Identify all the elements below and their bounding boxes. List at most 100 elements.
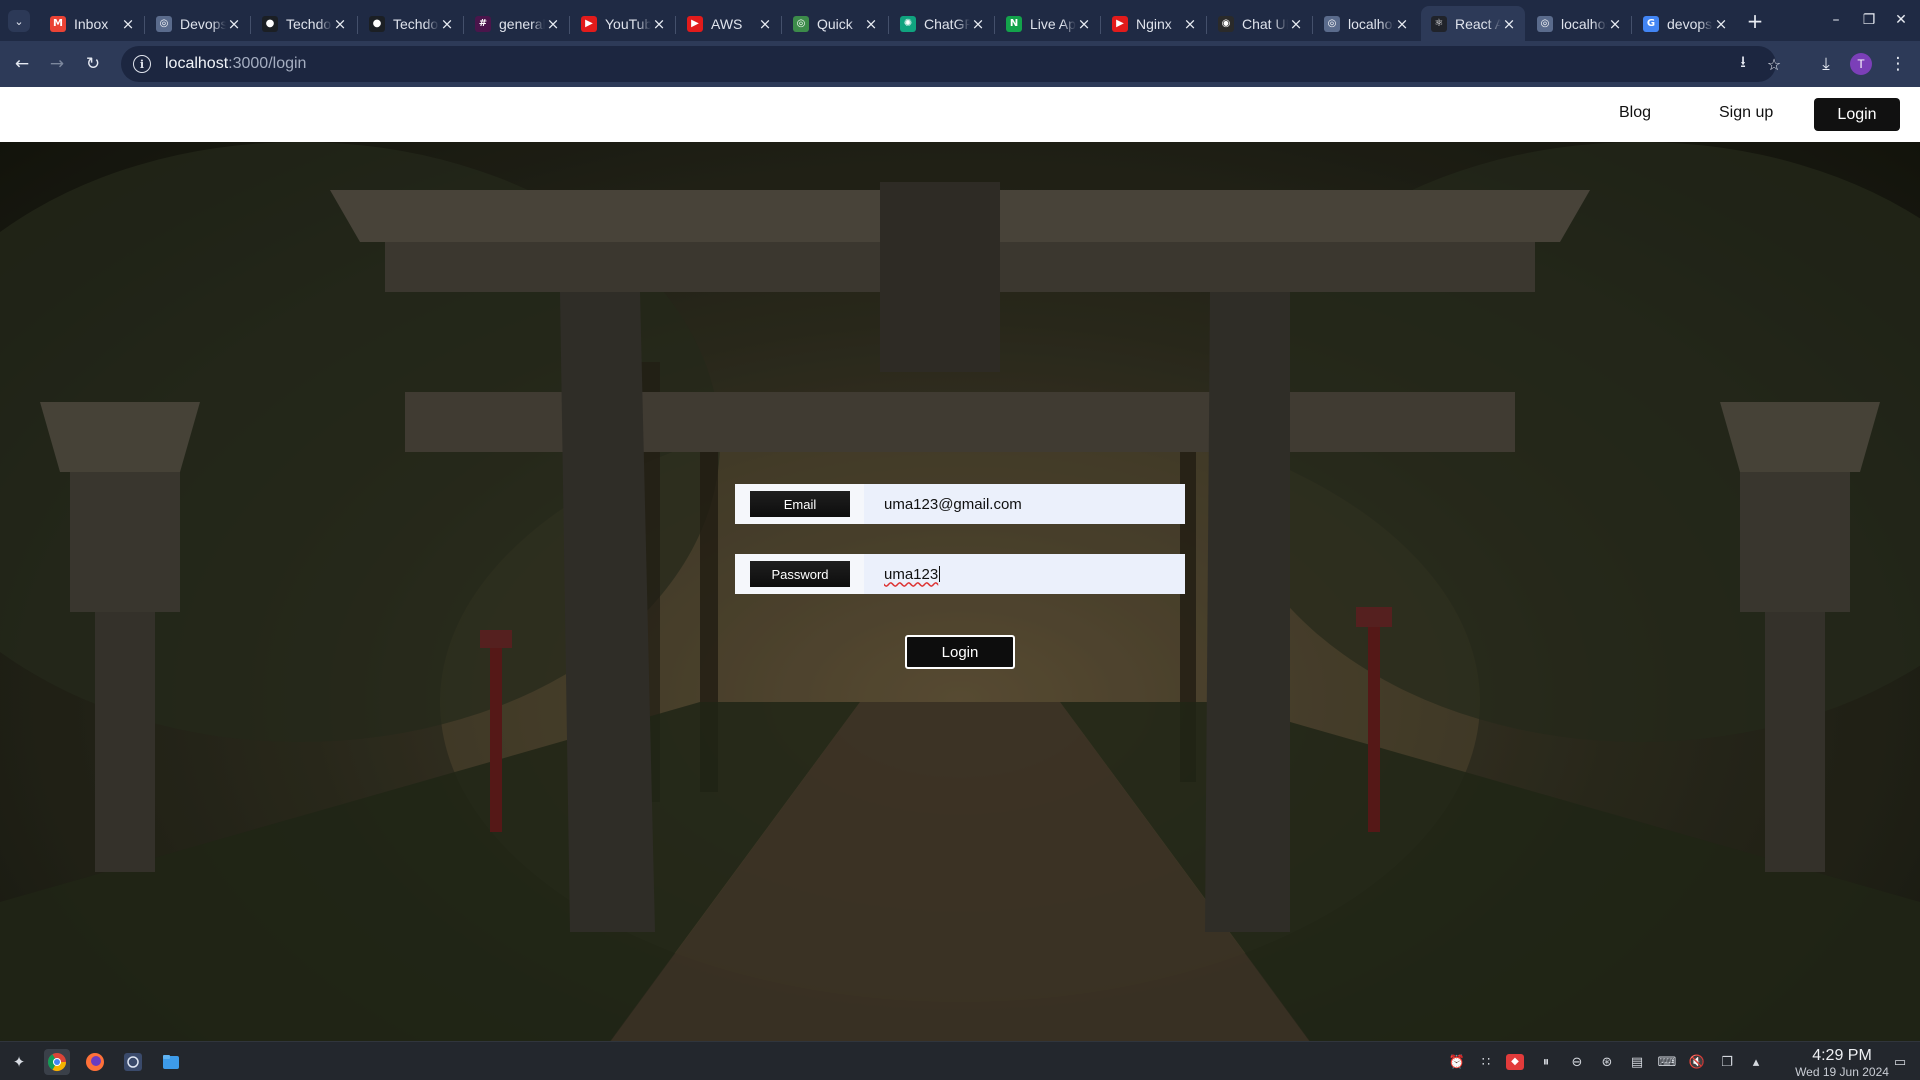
taskbar: ✦ ⏰ ∷ ◆ ⏸ ⊖ ⊛ ▤ ⌨ 🔇 ❐ ▴ 4:29 PM Wed 19 J… bbox=[0, 1041, 1920, 1080]
close-tab-icon[interactable]: × bbox=[1394, 15, 1410, 33]
forward-button[interactable]: → bbox=[45, 52, 69, 76]
close-tab-icon[interactable]: × bbox=[1501, 15, 1517, 33]
reload-button[interactable]: ↻ bbox=[81, 52, 105, 76]
new-tab-button[interactable]: + bbox=[1743, 9, 1767, 33]
tab-search-button[interactable]: ⌄ bbox=[8, 10, 30, 32]
tray-expand-icon[interactable]: ▴ bbox=[1746, 1052, 1766, 1072]
browser-tab[interactable]: ● Techdo × bbox=[252, 6, 356, 41]
password-input[interactable]: uma123 bbox=[864, 554, 1185, 594]
browser-tab[interactable]: ◎ localhost× bbox=[1527, 6, 1631, 41]
address-bar[interactable]: i localhost:3000/login ⭳ ☆ bbox=[121, 46, 1781, 82]
vpn-icon[interactable]: ◆ bbox=[1505, 1052, 1525, 1072]
close-tab-icon[interactable]: × bbox=[332, 15, 348, 33]
login-submit-button[interactable]: Login bbox=[905, 635, 1015, 669]
browser-tab[interactable]: ◎ localhost× bbox=[1314, 6, 1418, 41]
alarm-icon[interactable]: ⏰ bbox=[1447, 1052, 1467, 1072]
close-tab-icon[interactable]: × bbox=[1713, 15, 1729, 33]
url-host: localhost bbox=[165, 55, 229, 72]
tab-title: general bbox=[499, 15, 545, 32]
close-tab-icon[interactable]: × bbox=[439, 15, 455, 33]
close-tab-icon[interactable]: × bbox=[226, 15, 242, 33]
profile-avatar[interactable]: T bbox=[1850, 53, 1872, 75]
tab-separator bbox=[463, 16, 464, 34]
show-desktop-icon[interactable]: ▭ bbox=[1890, 1052, 1910, 1072]
close-tab-icon[interactable]: × bbox=[1182, 15, 1198, 33]
close-tab-icon[interactable]: × bbox=[1076, 15, 1092, 33]
browser-tab[interactable]: ▶ YouTube× bbox=[571, 6, 675, 41]
clipboard-icon[interactable]: ▤ bbox=[1627, 1052, 1647, 1072]
browser-tab[interactable]: ▶ Nginx × bbox=[1102, 6, 1206, 41]
tab-separator bbox=[888, 16, 889, 34]
browser-tab[interactable]: ◉ Chat UI × bbox=[1208, 6, 1312, 41]
tab-title: Quick bbox=[817, 15, 853, 32]
obs-taskbar-icon[interactable] bbox=[120, 1049, 146, 1075]
restore-button[interactable]: ❐ bbox=[1857, 8, 1881, 32]
email-input[interactable] bbox=[864, 484, 1185, 524]
firefox-taskbar-icon[interactable] bbox=[82, 1049, 108, 1075]
browser-tab[interactable]: ⚛ React App× bbox=[1421, 6, 1525, 41]
app-launcher-icon[interactable]: ✦ bbox=[6, 1049, 32, 1075]
browser-tab[interactable]: ◎ Quick × bbox=[783, 6, 887, 41]
globe-icon: ◎ bbox=[156, 15, 172, 32]
site-info-icon[interactable]: i bbox=[133, 55, 151, 73]
file-manager-taskbar-icon[interactable] bbox=[158, 1049, 184, 1075]
url-text[interactable]: localhost:3000/login bbox=[165, 55, 306, 73]
chrome-taskbar-icon[interactable] bbox=[44, 1049, 70, 1075]
slack-icon: # bbox=[475, 15, 491, 32]
tab-title: ChatGPT bbox=[924, 15, 970, 32]
bookmark-star-icon[interactable]: ☆ bbox=[1764, 54, 1784, 74]
browser-tab[interactable]: N Live App× bbox=[996, 6, 1100, 41]
browser-tab[interactable]: ▶ AWS × bbox=[677, 6, 781, 41]
close-tab-icon[interactable]: × bbox=[863, 15, 879, 33]
volume-muted-icon[interactable]: 🔇 bbox=[1687, 1052, 1707, 1072]
pause-icon[interactable]: ⏸ bbox=[1536, 1052, 1556, 1072]
page-viewport: Blog Sign up Login Email uma123@gmail.co… bbox=[0, 87, 1920, 1041]
password-label: Password bbox=[750, 561, 850, 587]
minimize-button[interactable]: – bbox=[1824, 8, 1848, 32]
downloads-icon[interactable]: ⤓ bbox=[1814, 52, 1838, 76]
globe-icon: ◎ bbox=[1537, 15, 1553, 32]
keyboard-icon[interactable]: ⌨ bbox=[1657, 1052, 1677, 1072]
password-value: uma123 bbox=[884, 565, 939, 583]
tab-title: Nginx bbox=[1136, 15, 1172, 32]
apps-grid-icon[interactable]: ∷ bbox=[1476, 1052, 1496, 1072]
network-icon[interactable]: ❐ bbox=[1717, 1052, 1737, 1072]
close-tab-icon[interactable]: × bbox=[757, 15, 773, 33]
close-tab-icon[interactable]: × bbox=[545, 15, 561, 33]
install-app-icon[interactable]: ⭳ bbox=[1733, 52, 1753, 74]
do-not-disturb-icon[interactable]: ⊖ bbox=[1567, 1052, 1587, 1072]
nav-signup-link[interactable]: Sign up bbox=[1719, 104, 1773, 122]
nav-login-button[interactable]: Login bbox=[1814, 98, 1900, 131]
tab-separator bbox=[994, 16, 995, 34]
browser-tab[interactable]: # general × bbox=[465, 6, 569, 41]
tab-separator bbox=[675, 16, 676, 34]
close-tab-icon[interactable]: × bbox=[1288, 15, 1304, 33]
tab-separator bbox=[1206, 16, 1207, 34]
tab-title: AWS bbox=[711, 15, 743, 32]
browser-tab[interactable]: ✺ ChatGPT× bbox=[890, 6, 994, 41]
close-tab-icon[interactable]: × bbox=[120, 15, 136, 33]
close-window-button[interactable]: ✕ bbox=[1889, 8, 1913, 32]
browser-tab[interactable]: ◎ Devops × bbox=[146, 6, 250, 41]
browser-tab[interactable]: ● Techdo × bbox=[359, 6, 463, 41]
menu-kebab-icon[interactable]: ⋮ bbox=[1886, 52, 1910, 76]
tab-title: localhost bbox=[1561, 15, 1607, 32]
nav-blog-link[interactable]: Blog bbox=[1619, 104, 1651, 122]
password-label-cell: Password bbox=[735, 554, 864, 594]
close-tab-icon[interactable]: × bbox=[1607, 15, 1623, 33]
tab-separator bbox=[1312, 16, 1313, 34]
browser-tab[interactable]: Gdevops × bbox=[1633, 6, 1737, 41]
close-tab-icon[interactable]: × bbox=[651, 15, 667, 33]
chrome-icon: ◎ bbox=[793, 15, 809, 32]
close-tab-icon[interactable]: × bbox=[970, 15, 986, 33]
clock-time[interactable]: 4:29 PM bbox=[1782, 1047, 1902, 1065]
dark-app-icon: ◉ bbox=[1218, 15, 1234, 32]
browser-tab[interactable]: M Inbox × bbox=[40, 6, 144, 41]
back-button[interactable]: ← bbox=[10, 52, 34, 76]
update-icon[interactable]: ⊛ bbox=[1597, 1052, 1617, 1072]
hero-background: Email Password uma123 Login bbox=[0, 142, 1920, 1041]
tab-separator bbox=[144, 16, 145, 34]
site-navbar: Blog Sign up Login bbox=[0, 87, 1920, 142]
youtube-icon: ▶ bbox=[1112, 15, 1128, 32]
tab-title: Techdo bbox=[393, 15, 439, 32]
